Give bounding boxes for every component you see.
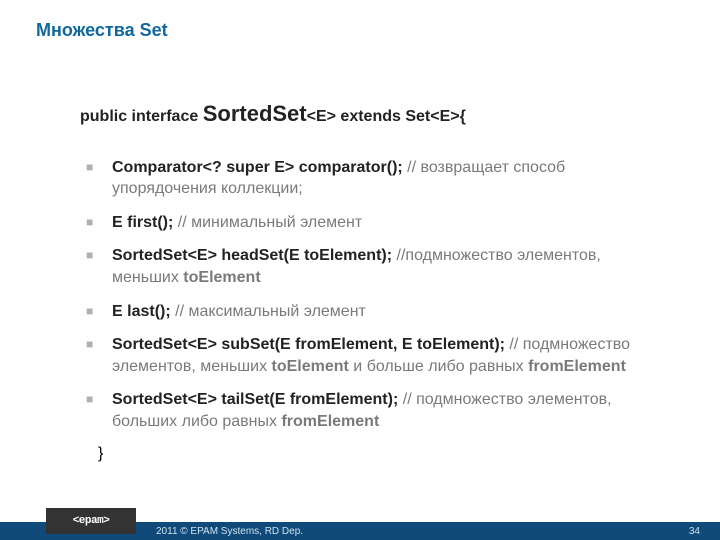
comment-keyword: fromElement [281,413,379,430]
copyright-text: 2011 © EPAM Systems, RD Dep. [156,526,303,537]
comment-text: минимальный элемент [191,214,362,231]
slide-title: Множества Set [36,20,168,41]
list-item: SortedSet<E> headSet(E toElement); //под… [80,245,660,288]
page-number: 34 [689,526,700,537]
list-item: SortedSet<E> tailSet(E fromElement); // … [80,389,660,432]
comment-prefix: // [403,159,421,176]
slide: Множества Set public interface SortedSet… [0,0,720,540]
content-area: public interface SortedSet<E> extends Se… [80,100,660,463]
comment-text-b: и больше либо равных [349,358,528,375]
method-signature: SortedSet<E> subSet(E fromElement, E toE… [112,336,505,353]
method-signature: Comparator<? super E> comparator(); [112,159,403,176]
comment-keyword-a: toElement [272,358,349,375]
decl-name: SortedSet [203,101,307,126]
comment-prefix: // [505,336,523,353]
decl-prefix: public interface [80,108,203,125]
comment-prefix: // [173,214,191,231]
comment-prefix: // [392,247,405,264]
list-item: E first(); // минимальный элемент [80,212,660,234]
method-list: Comparator<? super E> comparator(); // в… [80,157,660,433]
interface-declaration: public interface SortedSet<E> extends Se… [80,100,660,129]
method-signature: SortedSet<E> tailSet(E fromElement); [112,391,398,408]
close-brace: } [98,445,660,463]
method-signature: E first(); [112,214,173,231]
comment-keyword: toElement [183,269,260,286]
comment-prefix: // [171,303,189,320]
comment-text: максимальный элемент [188,303,365,320]
logo-text: <epam> [73,515,110,527]
method-signature: SortedSet<E> headSet(E toElement); [112,247,392,264]
logo: <epam> [46,508,136,534]
decl-generic: <E> [307,108,336,125]
list-item: SortedSet<E> subSet(E fromElement, E toE… [80,334,660,377]
decl-extends: extends Set<E> [336,108,460,125]
method-signature: E last(); [112,303,171,320]
comment-keyword-b: fromElement [528,358,626,375]
list-item: Comparator<? super E> comparator(); // в… [80,157,660,200]
footer: <epam> 2011 © EPAM Systems, RD Dep. 34 [0,508,720,540]
list-item: E last(); // максимальный элемент [80,301,660,323]
decl-open-brace: { [460,108,466,125]
comment-prefix: // [398,391,416,408]
